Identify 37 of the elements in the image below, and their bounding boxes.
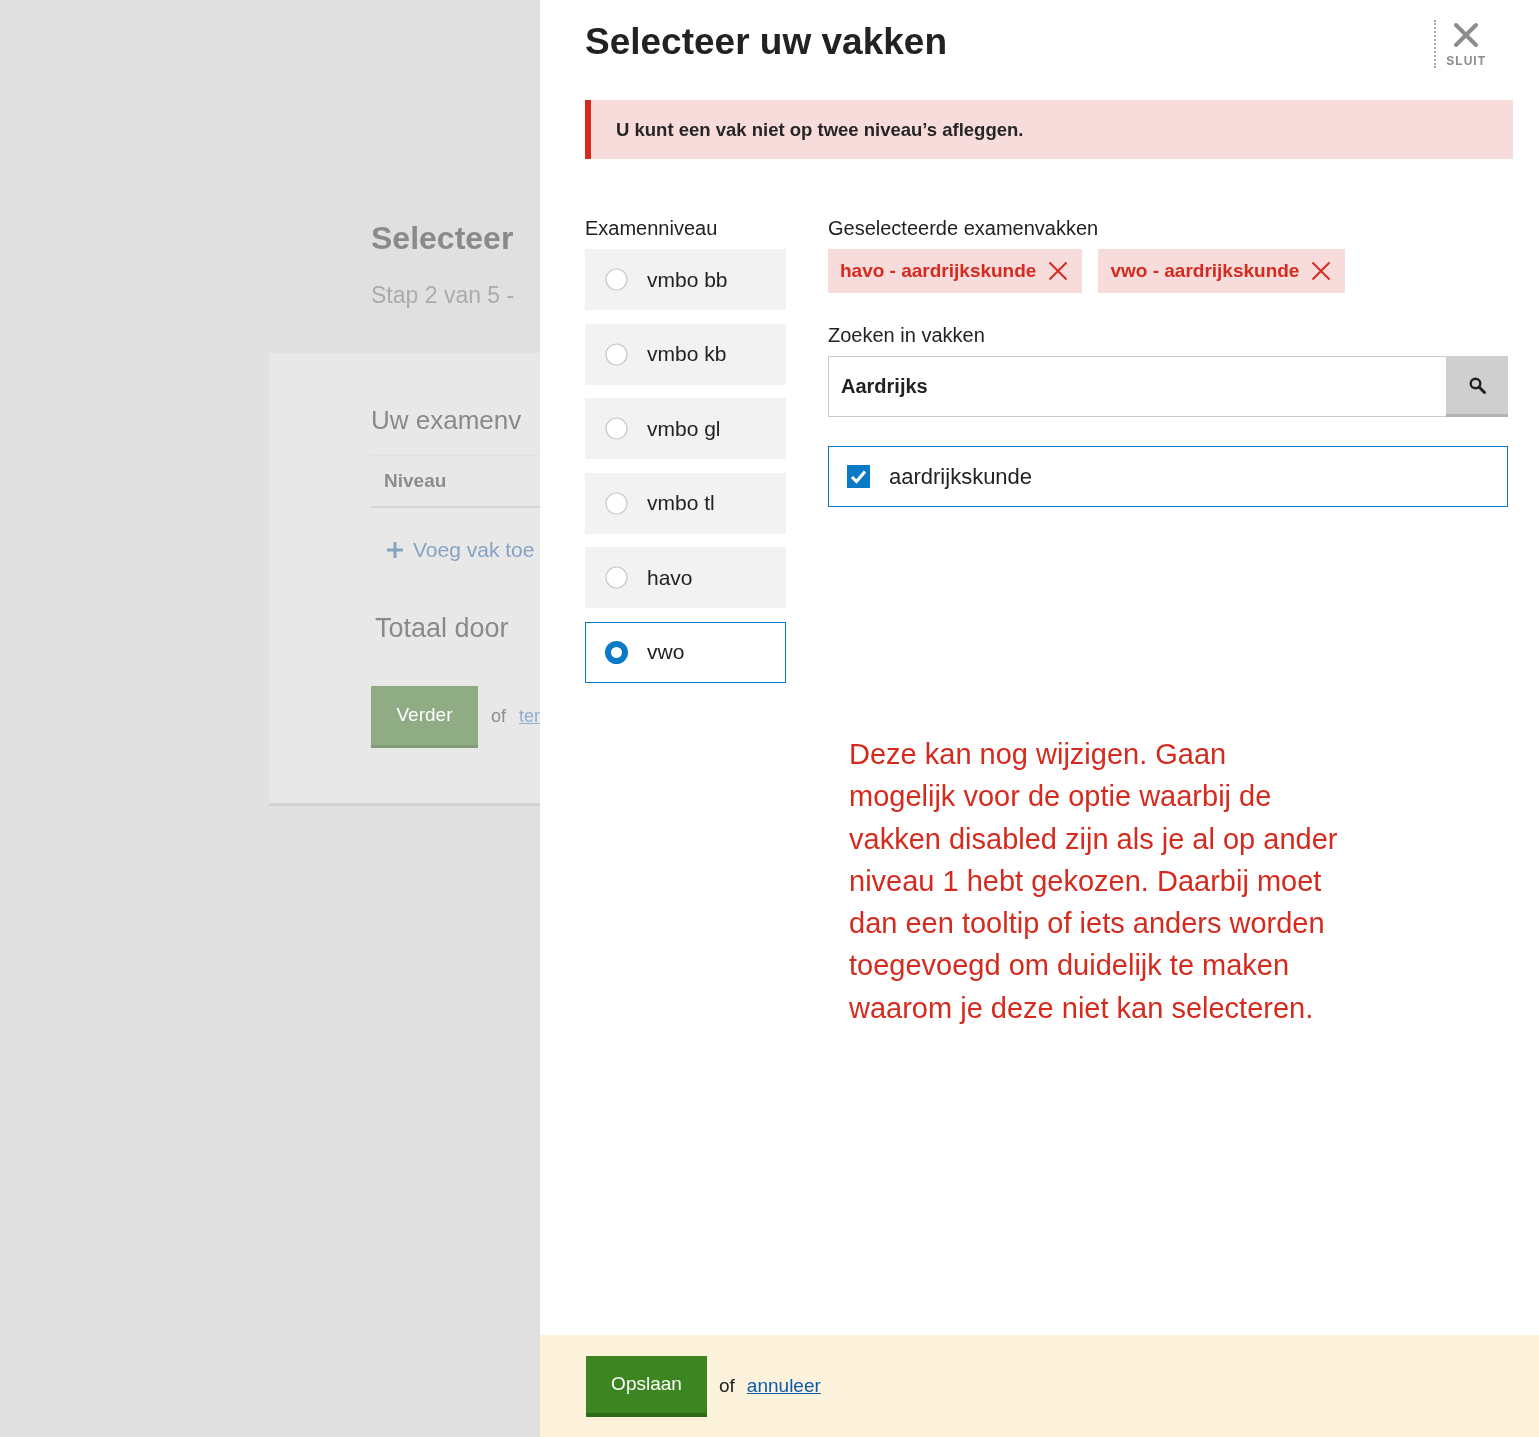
or-text: of	[490, 705, 506, 729]
cancel-link[interactable]: annuleer	[746, 1371, 821, 1401]
plus-icon	[386, 540, 404, 559]
save-button[interactable]: Opslaan	[586, 1355, 707, 1417]
total-heading: Totaal door	[375, 611, 509, 645]
error-alert: U kunt een vak niet op twee niveau’s afleggen.	[585, 100, 1513, 159]
or-text: of	[719, 1373, 735, 1398]
subject-option[interactable]: aardrijkskunde	[828, 446, 1508, 507]
dialog-title: Selecteer uw vakken	[585, 20, 947, 64]
search-icon	[1468, 376, 1486, 394]
radio-icon[interactable]	[605, 417, 628, 440]
radio-icon[interactable]	[605, 566, 628, 589]
field-label: Zoeken in vakken	[828, 323, 985, 347]
level-option[interactable]: vmbo gl	[585, 398, 786, 459]
close-icon	[1453, 22, 1480, 48]
remove-icon[interactable]	[1048, 261, 1069, 281]
level-option[interactable]: vmbo kb	[585, 323, 786, 385]
level-option[interactable]: vwo	[585, 621, 786, 683]
level-option[interactable]: vmbo bb	[585, 249, 786, 310]
card-heading: Uw examenv	[371, 404, 522, 437]
column-header: Niveau	[384, 468, 447, 493]
level-option[interactable]: havo	[585, 547, 786, 608]
tag-label: vwo - aardrijkskunde	[1110, 258, 1300, 283]
radio-icon[interactable]	[605, 268, 628, 291]
annotation-note: Deze kan nog wijzigen. Gaan mogelijk voor de optie waarbij de vakken disabled zijn als je al op ander niveau 1 hebt gekozen. Daarbij moet dan een tooltip of iets anders worden toegevoegd om duidelijk te maken waarom je deze niet kan selecteren.	[849, 737, 1339, 1026]
field-label: Geselecteerde examenvakken	[828, 216, 1099, 240]
search-field[interactable]: Aardrijks	[828, 356, 1446, 417]
remove-icon[interactable]	[1311, 261, 1332, 281]
radio-icon[interactable]	[605, 640, 628, 664]
page-title: Selecteer	[371, 219, 514, 258]
tag-label: havo - aardrijkskunde	[840, 258, 1037, 283]
radio-icon[interactable]	[605, 342, 628, 366]
radio-icon[interactable]	[605, 491, 628, 515]
checkbox-icon[interactable]	[847, 465, 870, 488]
search-button[interactable]	[1446, 356, 1508, 417]
field-label: Examenniveau	[585, 216, 718, 240]
level-option[interactable]: vmbo tl	[585, 472, 786, 534]
